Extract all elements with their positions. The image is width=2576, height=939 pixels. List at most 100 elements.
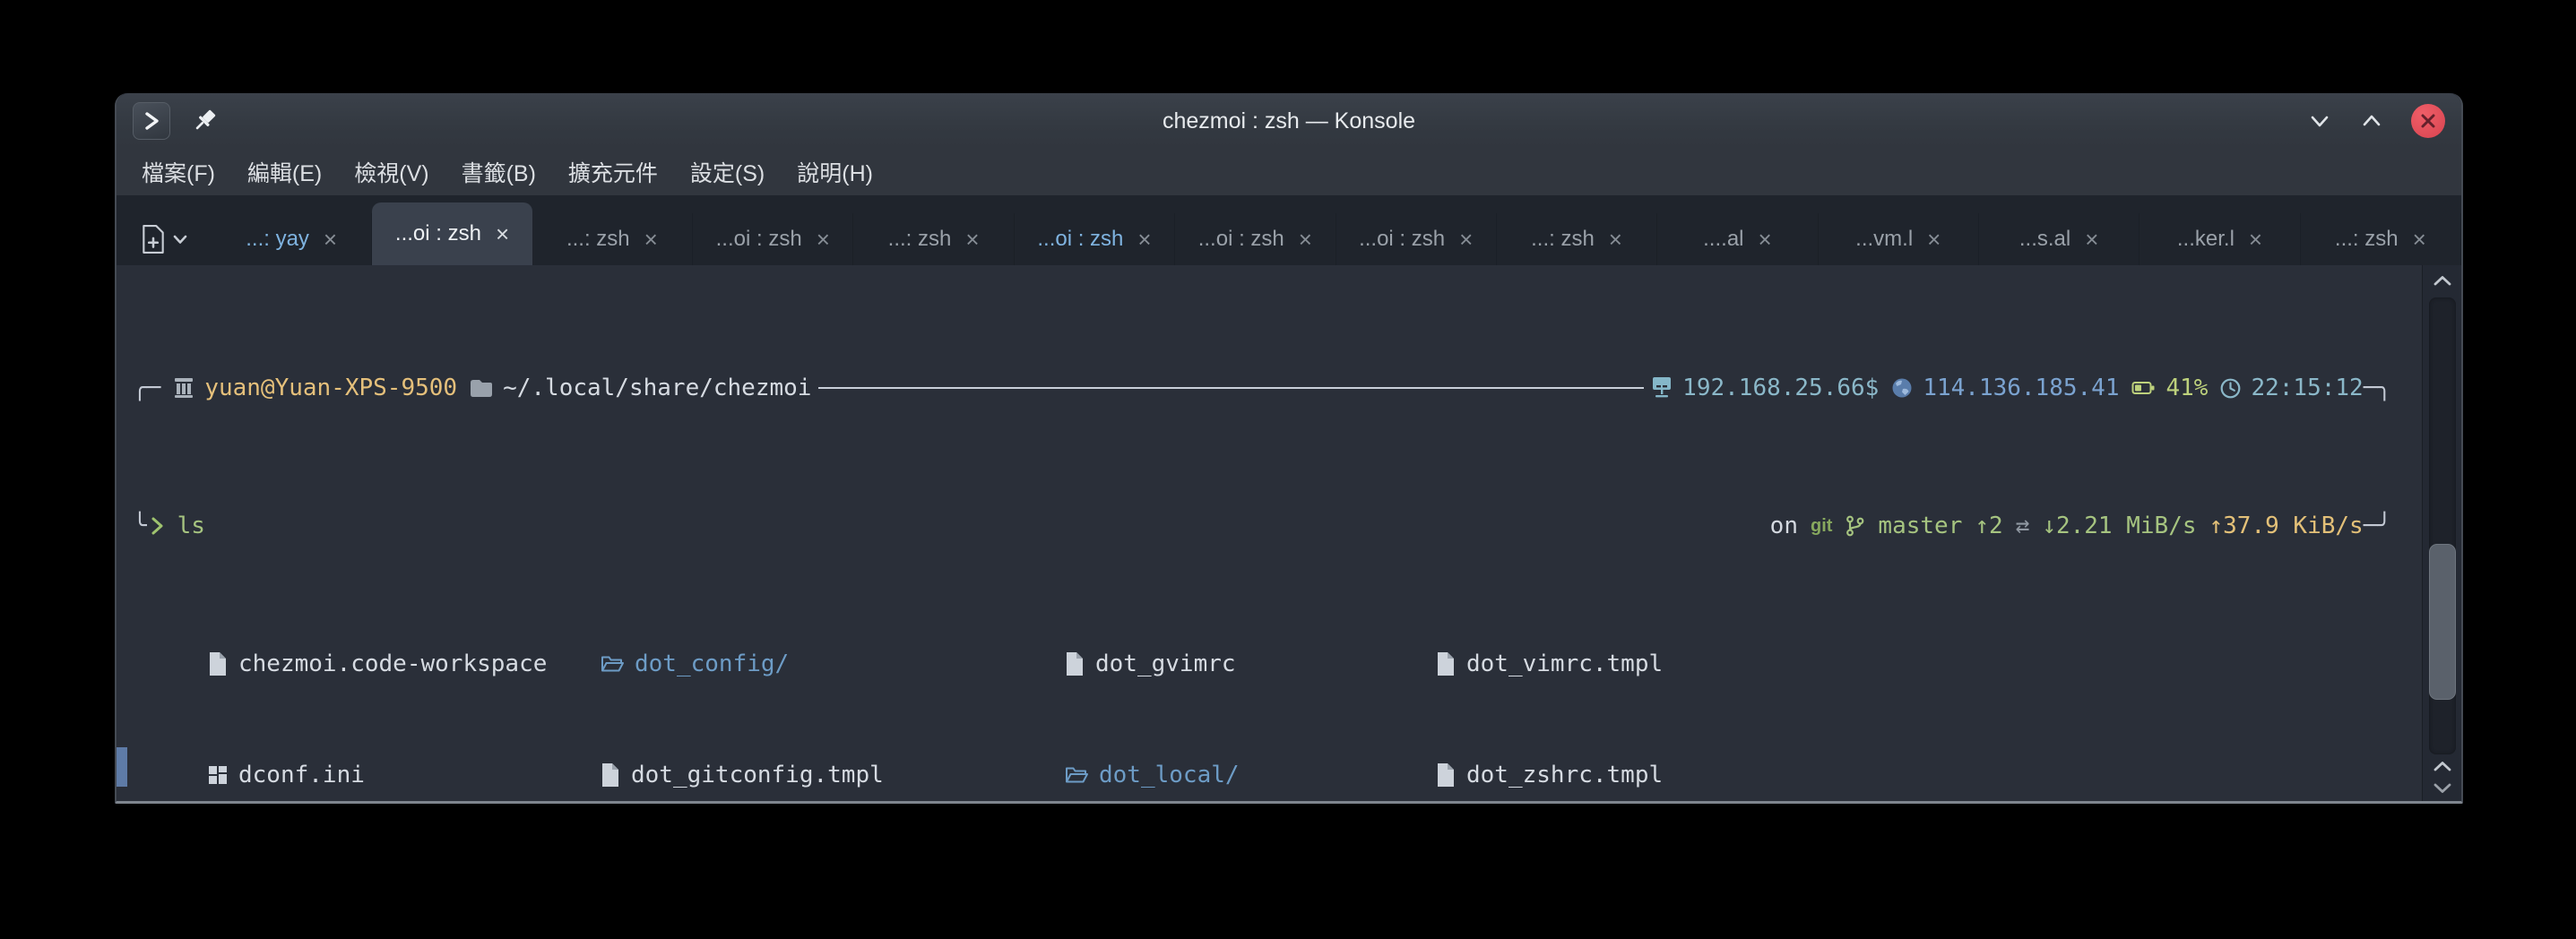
- tab-close-icon[interactable]: ×: [965, 228, 979, 251]
- tab-close-icon[interactable]: ×: [1927, 228, 1941, 251]
- ls-output-row: dconf.ini dot_gitconfig.tmpl dot_local/: [117, 760, 2422, 790]
- tab-zsh-8[interactable]: ...oi : zsh ×: [1336, 213, 1497, 265]
- menu-bookmarks[interactable]: 書籤(B): [445, 151, 552, 194]
- file-entry[interactable]: dot_zshrc.tmpl: [1436, 760, 1663, 790]
- current-directory: ~/.local/share/chezmoi: [503, 375, 811, 401]
- scroll-down-button[interactable]: [2433, 778, 2451, 797]
- tab-close-icon[interactable]: ×: [1137, 228, 1151, 251]
- file-name: dot_gvimrc: [1095, 650, 1236, 677]
- tab-close-icon[interactable]: ×: [2085, 228, 2098, 251]
- menu-view[interactable]: 檢視(V): [338, 151, 445, 194]
- tab-close-icon[interactable]: ×: [1609, 228, 1622, 251]
- tab-kerl[interactable]: ...ker.l ×: [2139, 213, 2300, 265]
- git-status-segment: on git master ↑2 ⇄ ↓2.21 MiB/s: [1770, 513, 2391, 539]
- tab-zsh-5[interactable]: ...: zsh ×: [853, 213, 1014, 265]
- wan-ip: 114.136.185.41: [1923, 375, 2119, 401]
- git-word: git: [1811, 516, 1832, 537]
- tab-zsh-4[interactable]: ...oi : zsh ×: [693, 213, 853, 265]
- tabbar: ...: yay × ...oi : zsh × ...: zsh × ...o…: [117, 195, 2461, 265]
- tab-zsh-6[interactable]: ...oi : zsh ×: [1015, 213, 1175, 265]
- building-icon: [173, 376, 194, 400]
- tab-label: ...oi : zsh: [1359, 227, 1445, 252]
- menu-help[interactable]: 說明(H): [781, 151, 889, 194]
- window-title: chezmoi : zsh — Konsole: [117, 108, 2461, 134]
- menu-plugins[interactable]: 擴充元件: [552, 151, 674, 194]
- net-down-speed: ↓2.21 MiB/s: [2042, 513, 2196, 539]
- git-branch-icon: [1845, 514, 1865, 538]
- directory-entry[interactable]: dot_config/: [601, 649, 789, 679]
- close-button[interactable]: [2411, 104, 2445, 138]
- scrollbar-track[interactable]: [2429, 297, 2456, 754]
- file-name: dot_vimrc.tmpl: [1466, 650, 1663, 677]
- titlebar: chezmoi : zsh — Konsole: [117, 93, 2461, 149]
- scrollbar-thumb[interactable]: [2429, 544, 2456, 699]
- tab-zsh-7[interactable]: ...oi : zsh ×: [1175, 213, 1336, 265]
- tab-label: ...: yay: [246, 227, 309, 252]
- tab-label: ...s.al: [2019, 227, 2070, 252]
- desktop: { "window": { "title": "chezmoi : zsh — …: [0, 0, 2576, 939]
- scroll-up-button[interactable]: [2433, 756, 2451, 776]
- transfer-arrows-icon: ⇄: [2016, 513, 2030, 539]
- maximize-button[interactable]: [2359, 108, 2384, 134]
- konsole-window: chezmoi : zsh — Konsole 檔案(F) 編輯(E) 檢視(: [115, 93, 2463, 804]
- file-entry[interactable]: dot_gitconfig.tmpl: [601, 760, 884, 790]
- menu-edit[interactable]: 編輯(E): [231, 151, 338, 194]
- clock-segment: 22:15:12: [2220, 375, 2363, 401]
- tab-chezmoi-zsh-active[interactable]: ...oi : zsh ×: [372, 202, 532, 265]
- tab-close-icon[interactable]: ×: [1459, 228, 1473, 251]
- chevron-up-icon: [2433, 761, 2451, 772]
- minimize-button[interactable]: [2307, 108, 2332, 134]
- chevron-down-icon: [2433, 782, 2451, 794]
- window-controls: [2307, 104, 2445, 138]
- tab-close-icon[interactable]: ×: [2413, 228, 2426, 251]
- file-name: chezmoi.code-workspace: [238, 650, 547, 677]
- net-up-speed: ↑37.9 KiB/s: [2209, 513, 2364, 539]
- battery-icon: [2131, 378, 2156, 398]
- tab-vml[interactable]: ...vm.l ×: [1819, 213, 1979, 265]
- file-name: dot_zshrc.tmpl: [1466, 762, 1663, 788]
- folder-open-icon: [1065, 765, 1088, 785]
- file-icon: [208, 651, 228, 676]
- tab-label: ...: zsh: [888, 227, 952, 252]
- new-tab-button[interactable]: [117, 213, 212, 265]
- frame-corner-bottom-right: ─╯: [2364, 513, 2391, 539]
- terminal-chevron-icon: [140, 109, 163, 133]
- directory-entry[interactable]: dot_local/: [1065, 760, 1240, 790]
- tab-close-icon[interactable]: ×: [2249, 228, 2262, 251]
- konsole-app-icon[interactable]: [133, 102, 170, 140]
- wan-ip-segment: 114.136.185.41: [1891, 375, 2119, 401]
- battery-segment: 41%: [2131, 375, 2208, 401]
- file-entry[interactable]: dot_gvimrc: [1065, 649, 1236, 679]
- file-entry[interactable]: dot_vimrc.tmpl: [1436, 649, 1663, 679]
- pin-button[interactable]: [190, 107, 219, 135]
- menu-file[interactable]: 檔案(F): [125, 151, 231, 194]
- scrollbar[interactable]: [2422, 265, 2461, 801]
- tab-close-icon[interactable]: ×: [324, 228, 337, 251]
- tab-label: ...vm.l: [1855, 227, 1913, 252]
- tab-yay[interactable]: ...: yay ×: [212, 213, 372, 265]
- tab-close-icon[interactable]: ×: [496, 222, 509, 246]
- os-segment: yuan@Yuan-XPS-9500: [173, 375, 457, 401]
- new-tab-icon: [141, 225, 166, 254]
- chevron-down-icon: [173, 235, 187, 245]
- tab-al[interactable]: ....al ×: [1657, 213, 1818, 265]
- menu-settings[interactable]: 設定(S): [674, 151, 781, 194]
- terminal-view[interactable]: ╭─ yuan@Yuan-XPS-9500: [117, 265, 2422, 801]
- file-name: dconf.ini: [238, 762, 365, 788]
- file-entry[interactable]: dconf.ini: [208, 760, 365, 790]
- tab-close-icon[interactable]: ×: [817, 228, 830, 251]
- tab-zsh-14[interactable]: ...: zsh ×: [2301, 213, 2461, 265]
- tab-close-icon[interactable]: ×: [1299, 228, 1312, 251]
- tab-close-icon[interactable]: ×: [1759, 228, 1772, 251]
- tab-close-icon[interactable]: ×: [644, 228, 658, 251]
- chevron-up-icon: [2433, 275, 2451, 287]
- tab-sal[interactable]: ...s.al ×: [1979, 213, 2139, 265]
- chevron-up-icon: [2359, 108, 2384, 134]
- file-entry[interactable]: chezmoi.code-workspace: [208, 649, 547, 679]
- folder-icon: [470, 378, 493, 398]
- file-icon: [1436, 762, 1456, 788]
- scroll-up-button[interactable]: [2433, 265, 2451, 296]
- clock-icon: [2220, 378, 2241, 399]
- tab-zsh-3[interactable]: ...: zsh ×: [532, 213, 693, 265]
- tab-zsh-9[interactable]: ...: zsh ×: [1497, 213, 1657, 265]
